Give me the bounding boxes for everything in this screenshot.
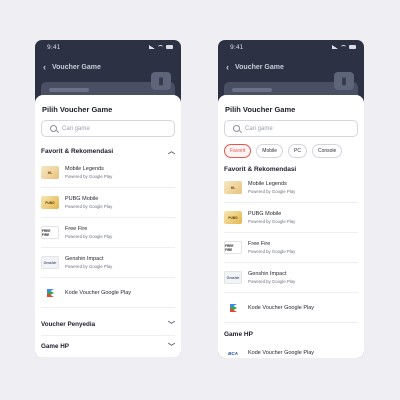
voucher-bottom-sheet: Pilih Voucher Game Cari game Favorit Mob… <box>218 95 364 358</box>
status-bar: 9:41 <box>35 40 181 54</box>
google-play-icon <box>224 301 242 314</box>
item-name: Free Fire <box>248 241 271 247</box>
item-subtitle: Powered by Google Play <box>65 264 113 269</box>
chip-pc[interactable]: PC <box>288 144 307 158</box>
favorites-heading: Favorit & Rekomendasi <box>41 147 114 155</box>
search-placeholder: Cari game <box>245 125 273 132</box>
item-name: Mobile Legends <box>248 181 287 187</box>
genshin-logo: Genshin <box>41 256 59 269</box>
list-item[interactable]: PUBG PUBG Mobile Powered by Google Play <box>41 188 175 218</box>
item-name: Kode Voucher Google Play <box>65 289 132 296</box>
signal-icon <box>149 45 155 49</box>
sheet-title: Pilih Voucher Game <box>225 105 296 114</box>
list-item[interactable]: Genshin Genshin Impact Powered by Google … <box>224 263 358 293</box>
chevron-down-icon[interactable]: ﹀ <box>168 342 175 352</box>
genshin-logo: Genshin <box>224 271 242 284</box>
item-name: Kode Voucher Google Play <box>248 350 315 356</box>
chevron-up-icon[interactable]: ︿ <box>168 146 175 156</box>
item-name: Genshin Impact <box>248 271 287 277</box>
pubg-logo: PUBG <box>41 196 59 209</box>
back-arrow-icon[interactable]: ‹ <box>43 62 46 72</box>
item-name: Free Fire <box>65 226 88 232</box>
game-hp-heading: Game HP <box>224 331 253 338</box>
item-name: PUBG Mobile <box>65 196 99 202</box>
list-item[interactable]: PUBG PUBG Mobile Powered by Google Play <box>224 203 358 233</box>
list-item[interactable]: ML Mobile Legends Powered by Google Play <box>224 173 358 203</box>
free-fire-logo: FREE FIRE <box>224 241 242 254</box>
sheet-title: Pilih Voucher Game <box>42 105 113 114</box>
mobile-legends-logo: ML <box>224 181 242 194</box>
item-subtitle: Powered by Google Play <box>248 249 296 254</box>
list-item[interactable]: Kode Voucher Google Play <box>224 293 358 323</box>
free-fire-logo: FREE FIRE <box>41 226 59 239</box>
gamepad-icon: ▮ <box>151 72 171 90</box>
game-hp-section-header: Game HP <box>224 331 358 338</box>
list-item[interactable]: FREE FIRE Free Fire Powered by Google Pla… <box>224 233 358 263</box>
chip-console[interactable]: Console <box>311 144 343 158</box>
item-name: Mobile Legends <box>65 166 104 172</box>
game-hp-section[interactable]: Game HP ﹀ <box>41 336 175 358</box>
phone-screen-right: 9:41 ‹ Voucher Game ▮ Pilih Voucher Game… <box>218 40 364 358</box>
voucher-penyedia-heading: Voucher Penyedia <box>41 321 96 328</box>
status-time: 9:41 <box>47 43 61 51</box>
favorites-section-header[interactable]: Favorit & Rekomendasi ︿ <box>41 146 175 156</box>
bca-logo: BCA <box>224 346 242 358</box>
app-title: Voucher Game <box>52 63 101 71</box>
item-subtitle: Powered by Google Play <box>65 204 113 209</box>
search-input[interactable]: Cari game <box>41 120 175 137</box>
search-icon <box>50 125 57 132</box>
back-arrow-icon[interactable]: ‹ <box>226 62 229 72</box>
item-name: Genshin Impact <box>65 256 104 262</box>
phone-screen-left: 9:41 ‹ Voucher Game ▮ Pilih Voucher Game… <box>35 40 181 358</box>
wifi-icon <box>341 45 346 49</box>
battery-icon <box>349 45 356 49</box>
search-input[interactable]: Cari game <box>224 120 358 137</box>
list-item[interactable]: FREE FIRE Free Fire Powered by Google Pla… <box>41 218 175 248</box>
mobile-legends-logo: ML <box>41 166 59 179</box>
google-play-icon <box>41 286 59 299</box>
list-item[interactable]: ML Mobile Legends Powered by Google Play <box>41 158 175 188</box>
item-subtitle: Powered by Google Play <box>248 189 296 194</box>
game-hp-heading: Game HP <box>41 343 69 350</box>
chevron-down-icon[interactable]: ﹀ <box>168 320 175 330</box>
favorites-section-header: Favorit & Rekomendasi <box>224 166 358 173</box>
item-subtitle: Powered by Google Play <box>65 234 113 239</box>
gamepad-icon: ▮ <box>334 72 354 90</box>
chip-mobile[interactable]: Mobile <box>256 144 284 158</box>
voucher-bottom-sheet: Pilih Voucher Game Cari game Favorit & R… <box>35 95 181 358</box>
list-item[interactable]: Genshin Genshin Impact Powered by Google … <box>41 248 175 278</box>
item-name: Kode Voucher Google Play <box>248 304 315 311</box>
signal-icon <box>332 45 338 49</box>
pubg-logo: PUBG <box>224 211 242 224</box>
search-placeholder: Cari game <box>62 125 90 132</box>
wifi-icon <box>158 45 163 49</box>
list-item[interactable]: BCA Kode Voucher Google Play <box>224 338 358 358</box>
status-time: 9:41 <box>230 43 244 51</box>
voucher-penyedia-section[interactable]: Voucher Penyedia ﹀ <box>41 314 175 336</box>
item-subtitle: Powered by Google Play <box>65 174 113 179</box>
item-name: PUBG Mobile <box>248 211 282 217</box>
list-item[interactable]: Kode Voucher Google Play <box>41 278 175 308</box>
chip-favorit[interactable]: Favorit <box>224 144 252 158</box>
favorites-heading: Favorit & Rekomendasi <box>224 166 297 173</box>
item-subtitle: Powered by Google Play <box>248 219 296 224</box>
status-bar: 9:41 <box>218 40 364 54</box>
filter-chips: Favorit Mobile PC Console <box>224 144 358 158</box>
search-icon <box>233 125 240 132</box>
battery-icon <box>166 45 173 49</box>
app-title: Voucher Game <box>235 63 284 71</box>
item-subtitle: Powered by Google Play <box>248 279 296 284</box>
